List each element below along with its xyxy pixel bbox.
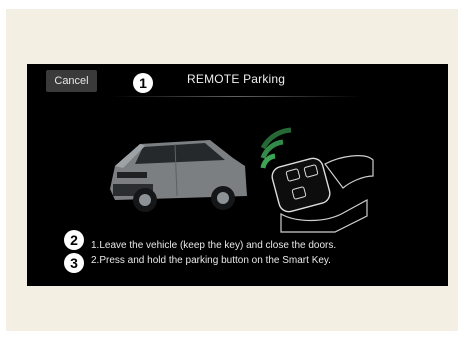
suv-car-icon [110,140,247,212]
remote-parking-illustration [110,127,374,233]
callout-3: 3 [64,253,84,273]
title-divider [112,96,362,97]
callout-1: 1 [133,73,153,93]
infotainment-screen: Cancel 1 REMOTE Parking 2 1.Leave the ve… [27,64,448,286]
page-title: REMOTE Parking [187,72,286,86]
instruction-step-1: 1.Leave the vehicle (keep the key) and c… [91,240,337,251]
instruction-step-2: 2.Press and hold the parking button on t… [91,255,331,266]
wireless-signal-icon [260,127,292,169]
callout-2: 2 [64,230,84,250]
cancel-button[interactable]: Cancel [46,70,97,92]
smart-key-icon [271,155,374,233]
